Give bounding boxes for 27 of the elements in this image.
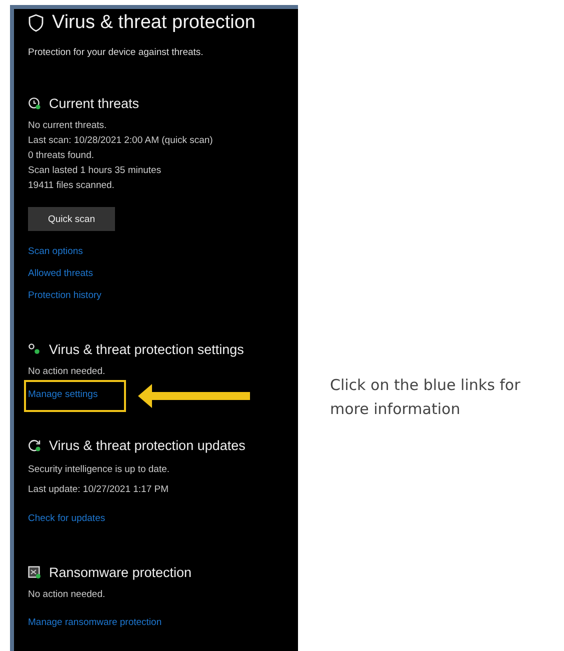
status-text: 19411 files scanned. bbox=[28, 179, 116, 193]
section-heading: Ransomware protection bbox=[49, 564, 192, 580]
status-text: Security intelligence is up to date. bbox=[28, 463, 171, 477]
page-subtitle: Protection for your device against threats. bbox=[28, 46, 204, 60]
section-heading: Virus & threat protection updates bbox=[49, 438, 246, 452]
link[interactable]: Scan options bbox=[28, 241, 83, 263]
status-text: Scan lasted 1 hours 35 minutes bbox=[28, 164, 162, 178]
link[interactable]: Protection history bbox=[28, 285, 102, 307]
status-text: Last scan: 10/28/2021 2:00 AM (quick scan) bbox=[28, 134, 214, 148]
link[interactable]: Allowed threats bbox=[28, 263, 93, 285]
link[interactable]: Check for updates bbox=[28, 508, 106, 530]
section-heading: Current threats bbox=[49, 96, 140, 110]
link[interactable]: Manage ransomware protection bbox=[28, 612, 162, 634]
page-title: Virus & threat protection bbox=[52, 12, 256, 34]
clock-icon bbox=[28, 96, 41, 110]
status-text: No action needed. bbox=[28, 365, 106, 379]
annotation-text: Click on the blue links for more information bbox=[330, 375, 522, 420]
section-heading: Virus & threat protection settings bbox=[49, 342, 244, 356]
quick-scan-button[interactable]: Quick scan bbox=[28, 207, 115, 231]
status-text: No current threats. bbox=[28, 119, 108, 133]
status-text: Last update: 10/27/2021 1:17 PM bbox=[28, 483, 170, 497]
arrow-icon bbox=[138, 383, 250, 409]
status-text: 0 threats found. bbox=[28, 149, 96, 163]
status-text: No action needed. bbox=[28, 588, 106, 602]
refresh-icon bbox=[28, 438, 41, 452]
shield-icon bbox=[28, 14, 44, 32]
link[interactable]: Manage settings bbox=[28, 389, 98, 400]
